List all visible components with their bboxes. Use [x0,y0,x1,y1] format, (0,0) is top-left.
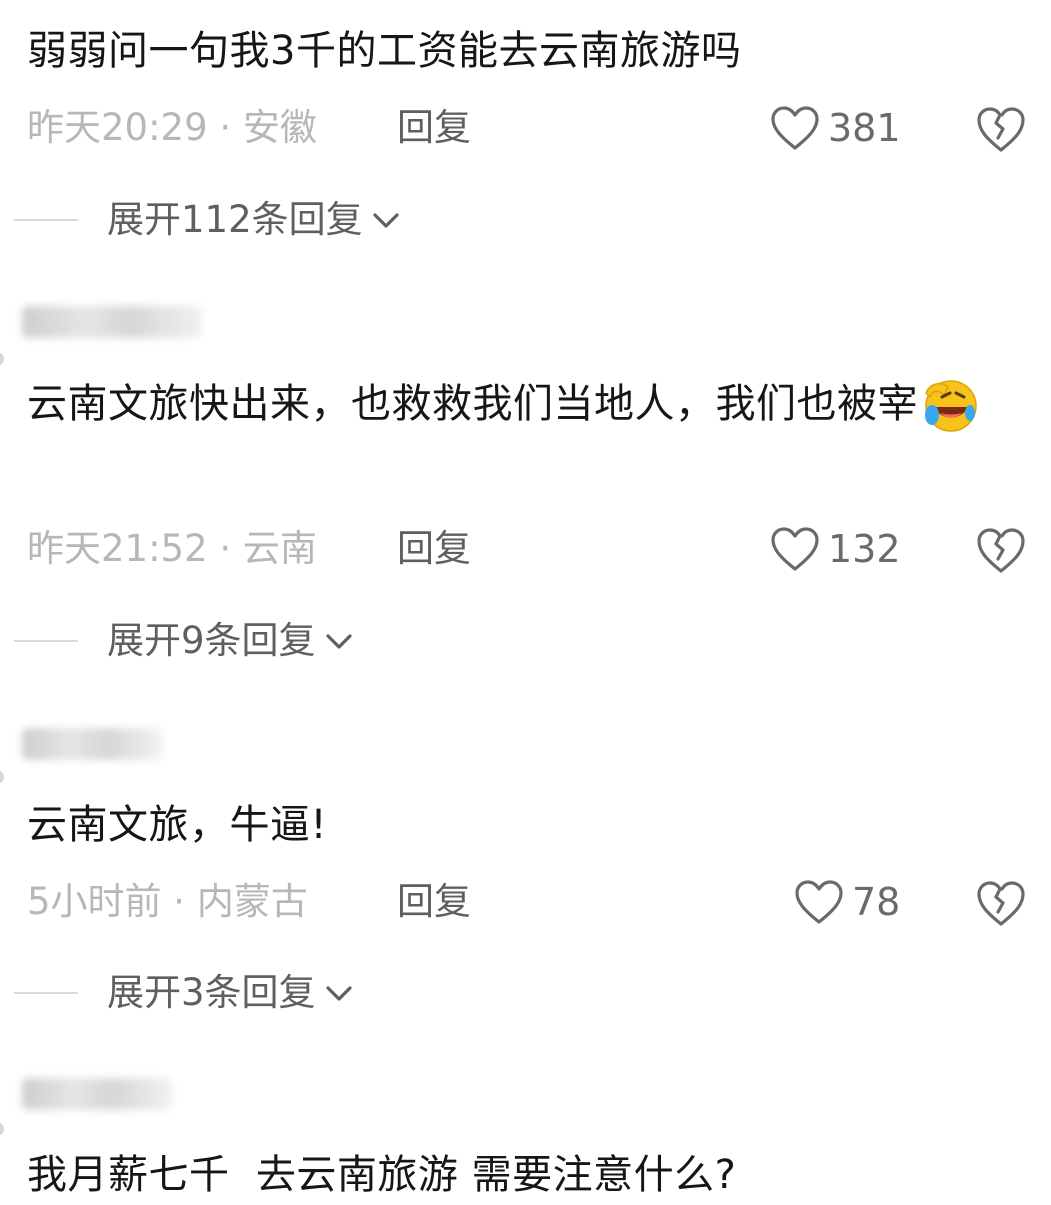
reply-button[interactable]: 回复 [397,524,471,574]
divider-line [14,219,78,221]
expand-replies-button[interactable]: 展开112条回复 [0,195,600,245]
expand-replies-label: 展开3条回复 [107,971,316,1014]
comment-text: 云南文旅快出来，也救救我们当地人，我们也被宰 [27,375,1032,433]
avatar[interactable] [0,770,4,784]
like-button[interactable]: 78 [794,877,900,927]
comment-timestamp-location: 昨天21:52 · 云南 [27,527,317,570]
divider-line [14,640,78,642]
like-count: 78 [852,880,901,924]
avatar[interactable] [0,1122,4,1136]
chevron-down-icon [371,194,401,244]
broken-heart-icon[interactable] [975,526,1027,574]
reply-button[interactable]: 回复 [397,103,471,153]
laughing-crying-emoji-icon [920,375,978,433]
expand-replies-label: 展开9条回复 [107,619,316,662]
like-count: 132 [828,527,901,571]
comment-text: 弱弱问一句我3千的工资能去云南旅游吗 [27,28,742,74]
chevron-down-icon [324,615,354,665]
reply-button[interactable]: 回复 [397,877,471,927]
avatar[interactable] [0,352,4,366]
comment-meta-row: 昨天21:52 · 云南 回复 132 [27,524,1027,574]
comment-meta-row: 昨天20:29 · 安徽 回复 381 [27,103,1027,153]
comment-text: 我月薪七千 去云南旅游 需要注意什么? [27,1152,737,1198]
chevron-down-icon [324,967,354,1017]
like-count: 381 [828,106,901,150]
heart-outline-icon [794,879,844,925]
expand-replies-button[interactable]: 展开3条回复 [0,968,600,1018]
username-blurred [22,728,162,760]
heart-outline-icon [770,526,820,572]
comment-text: 云南文旅，牛逼! [27,802,328,848]
like-button[interactable]: 381 [770,103,901,153]
comment-timestamp-location: 昨天20:29 · 安徽 [27,106,317,149]
divider-line [14,992,78,994]
like-button[interactable]: 132 [770,524,901,574]
broken-heart-icon[interactable] [975,105,1027,153]
broken-heart-icon[interactable] [975,879,1027,927]
expand-replies-label: 展开112条回复 [107,198,363,241]
comment-timestamp-location: 5小时前 · 内蒙古 [27,880,308,923]
heart-outline-icon [770,105,820,151]
username-blurred [22,306,202,338]
username-blurred [22,1078,172,1110]
expand-replies-button[interactable]: 展开9条回复 [0,616,600,666]
comment-meta-row: 5小时前 · 内蒙古 回复 78 [27,877,1027,927]
